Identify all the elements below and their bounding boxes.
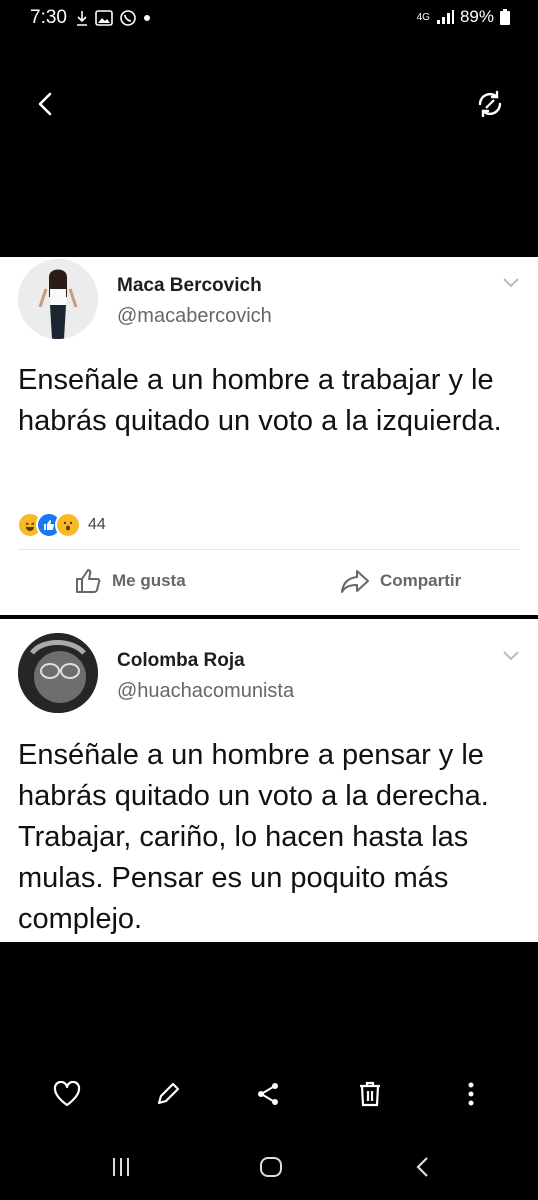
viewer-topbar xyxy=(0,70,538,134)
home-icon xyxy=(260,1157,282,1177)
download-icon xyxy=(77,11,87,26)
whatsapp-icon xyxy=(120,10,136,26)
more-options-button[interactable] xyxy=(455,1078,487,1110)
favorite-button[interactable] xyxy=(51,1078,83,1110)
delete-button[interactable] xyxy=(354,1078,386,1110)
back-button[interactable] xyxy=(28,86,64,122)
edit-icon xyxy=(157,1082,180,1105)
dot-icon xyxy=(144,15,150,21)
notification-icons xyxy=(75,9,151,27)
author-name[interactable]: Colomba Roja xyxy=(117,650,245,672)
avatar-image xyxy=(18,633,98,713)
post-text: Enséñale a un hombre a pensar y le habrá… xyxy=(18,739,489,935)
viewer-toolbar xyxy=(0,1070,538,1118)
post-card: Colomba Roja @huachacomunista Enséñale a… xyxy=(0,619,538,942)
thumbs-up-icon xyxy=(76,569,101,593)
post-text: Enseñale a un hombre a trabajar y le hab… xyxy=(18,364,502,437)
heart-icon xyxy=(53,1081,81,1107)
back-icon xyxy=(38,92,52,116)
battery-percent: 89% xyxy=(459,7,494,26)
back-nav-icon xyxy=(416,1157,428,1177)
avatar[interactable] xyxy=(18,633,98,713)
chevron-down-icon[interactable] xyxy=(502,277,520,289)
share-arrow-icon xyxy=(341,570,369,593)
rotate-icon xyxy=(478,90,502,118)
share-button[interactable] xyxy=(252,1078,284,1110)
status-bar: 7:30 4G 89% xyxy=(0,0,538,36)
avatar-image xyxy=(18,259,98,339)
trash-icon xyxy=(360,1081,380,1107)
post-actions: Me gusta Compartir xyxy=(0,562,538,606)
author-name[interactable]: Maca Bercovich xyxy=(117,275,262,297)
divider xyxy=(18,549,520,550)
edit-button[interactable] xyxy=(152,1078,184,1110)
like-label: Me gusta xyxy=(112,571,186,590)
chevron-down-icon[interactable] xyxy=(502,650,520,662)
author-handle[interactable]: @huachacomunista xyxy=(117,680,294,703)
post-card: Maca Bercovich @macabercovich Enseñale a… xyxy=(0,257,538,615)
nav-back-button[interactable] xyxy=(408,1153,438,1181)
avatar[interactable] xyxy=(18,259,98,339)
network-type: 4G xyxy=(416,11,430,23)
wow-icon xyxy=(55,512,81,538)
like-button[interactable]: Me gusta xyxy=(74,567,186,595)
signal-icon xyxy=(436,10,454,24)
reaction-count: 44 xyxy=(88,516,106,533)
system-nav-bar xyxy=(0,1145,538,1189)
rotate-button[interactable] xyxy=(472,86,508,122)
share-label: Compartir xyxy=(380,571,462,590)
recents-icon xyxy=(113,1158,129,1176)
reaction-summary[interactable]: 44 xyxy=(17,512,106,538)
share-icon xyxy=(258,1083,278,1105)
gallery-icon xyxy=(95,10,113,26)
share-post-button[interactable]: Compartir xyxy=(340,567,461,595)
status-right: 4G 89% xyxy=(417,7,510,27)
more-icon xyxy=(468,1082,474,1106)
recents-button[interactable] xyxy=(106,1153,136,1181)
battery-icon xyxy=(500,9,510,25)
home-button[interactable] xyxy=(256,1153,286,1181)
status-time: 7:30 xyxy=(30,7,67,28)
author-handle[interactable]: @macabercovich xyxy=(117,305,272,328)
